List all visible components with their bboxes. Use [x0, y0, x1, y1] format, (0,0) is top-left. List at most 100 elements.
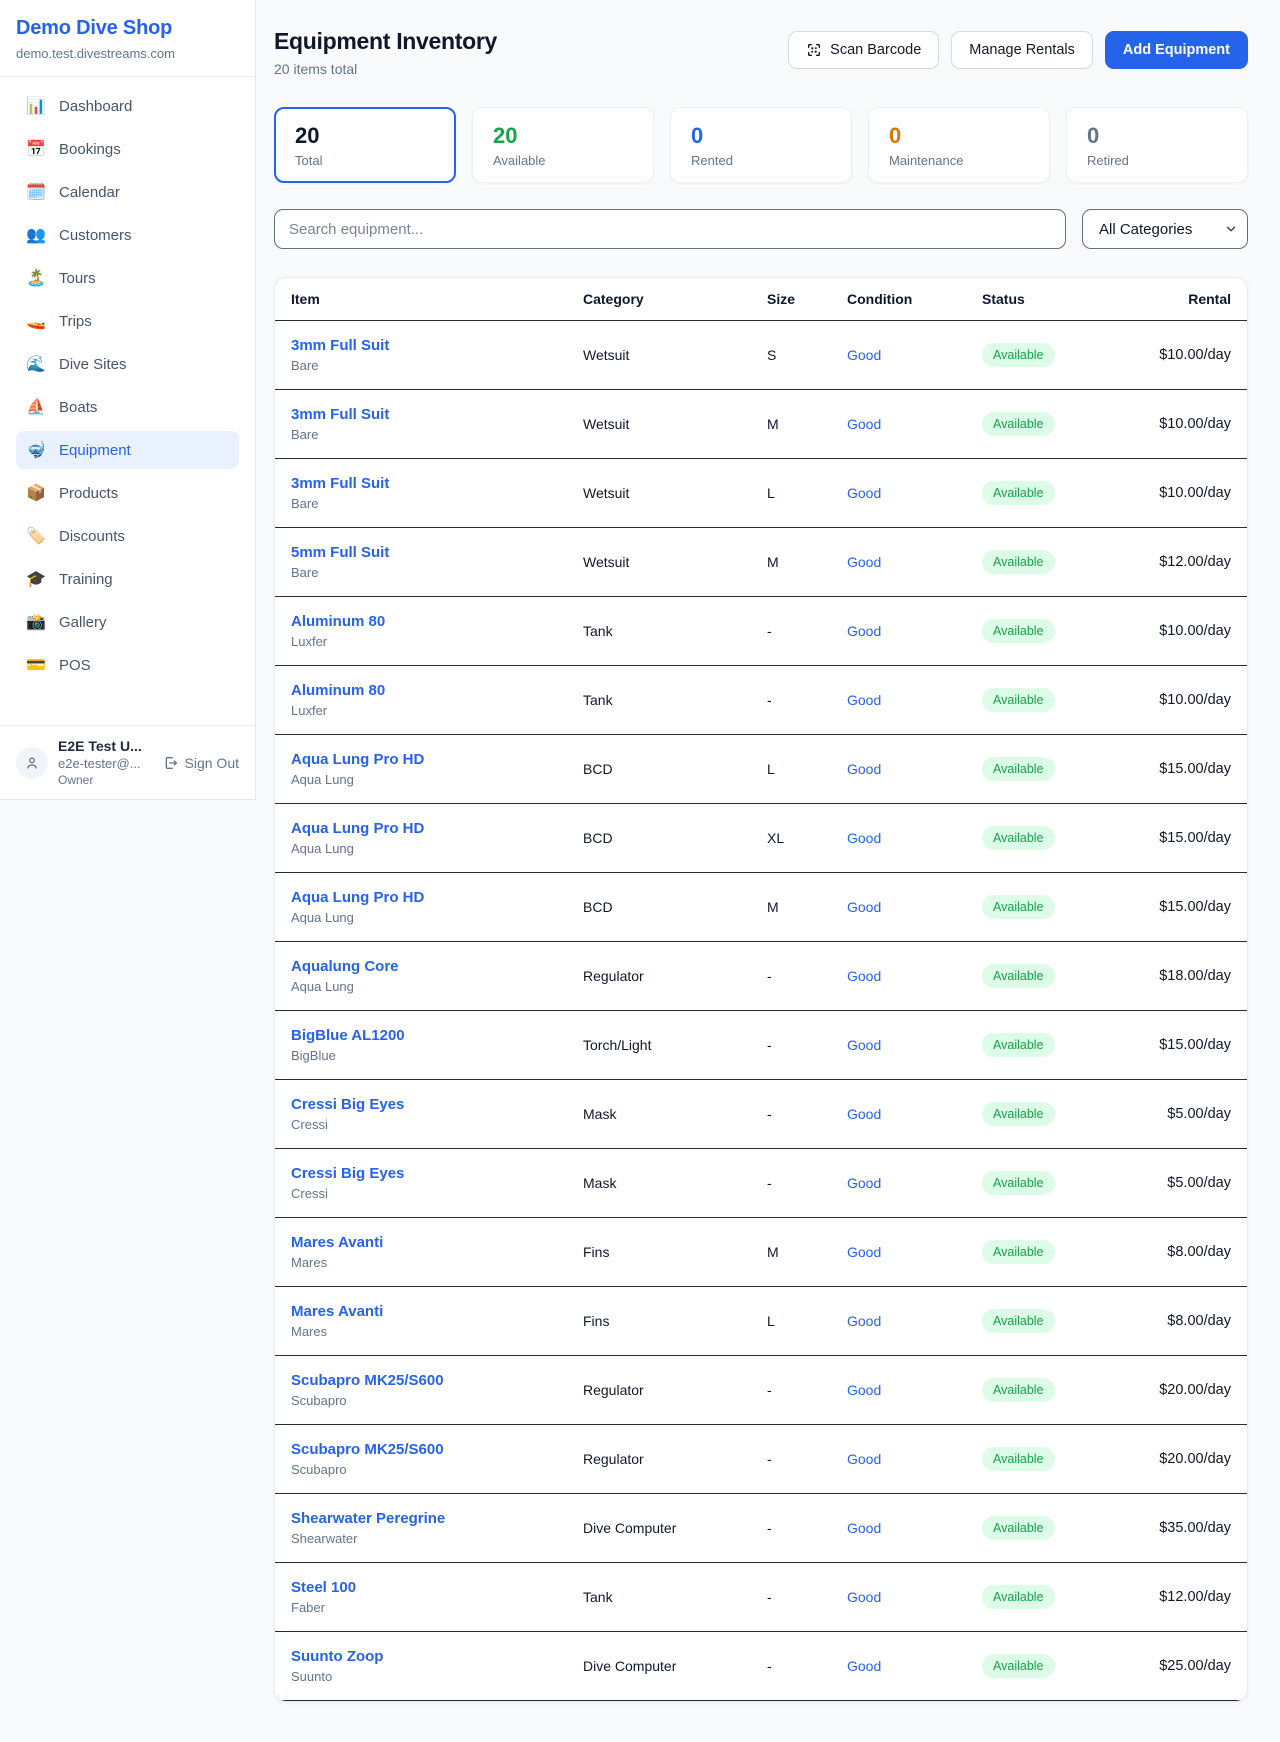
- item-cell: Cressi Big Eyes Cressi: [291, 1096, 583, 1132]
- item-name-link[interactable]: Steel 100: [291, 1579, 583, 1596]
- status-cell: Available: [982, 481, 1132, 505]
- condition-link[interactable]: Good: [847, 416, 982, 432]
- person-icon: [24, 755, 40, 771]
- item-name-link[interactable]: 3mm Full Suit: [291, 337, 583, 354]
- condition-link[interactable]: Good: [847, 1106, 982, 1122]
- rental-price: $18.00/day: [1132, 968, 1231, 984]
- item-name-link[interactable]: Cressi Big Eyes: [291, 1165, 583, 1182]
- condition-link[interactable]: Good: [847, 968, 982, 984]
- manage-rentals-button[interactable]: Manage Rentals: [951, 31, 1093, 69]
- condition-link[interactable]: Good: [847, 347, 982, 363]
- item-name-link[interactable]: 3mm Full Suit: [291, 475, 583, 492]
- rental-price: $15.00/day: [1132, 761, 1231, 777]
- item-name-link[interactable]: Shearwater Peregrine: [291, 1510, 583, 1527]
- item-name-link[interactable]: Aqua Lung Pro HD: [291, 820, 583, 837]
- items-total: 20 items total: [274, 61, 497, 77]
- condition-link[interactable]: Good: [847, 1451, 982, 1467]
- sidebar-item[interactable]: 🎓 Training: [16, 560, 239, 598]
- status-badge: Available: [982, 550, 1055, 574]
- sidebar-item[interactable]: 📸 Gallery: [16, 603, 239, 641]
- sidebar-item[interactable]: 🤿 Equipment: [16, 431, 239, 469]
- search-input[interactable]: [274, 209, 1066, 249]
- stat-card[interactable]: 0 Retired: [1066, 107, 1248, 183]
- item-cell: Aqua Lung Pro HD Aqua Lung: [291, 820, 583, 856]
- condition-link[interactable]: Good: [847, 1313, 982, 1329]
- sidebar-item-label: POS: [59, 657, 91, 674]
- sidebar-item[interactable]: 👥 Customers: [16, 216, 239, 254]
- item-name-link[interactable]: Cressi Big Eyes: [291, 1096, 583, 1113]
- size-cell: -: [767, 968, 847, 984]
- status-badge: Available: [982, 1585, 1055, 1609]
- stat-label: Available: [493, 153, 633, 168]
- brand-name[interactable]: Demo Dive Shop: [16, 17, 239, 40]
- condition-link[interactable]: Good: [847, 623, 982, 639]
- item-name-link[interactable]: Aluminum 80: [291, 613, 583, 630]
- item-name-link[interactable]: Aluminum 80: [291, 682, 583, 699]
- item-name-link[interactable]: Suunto Zoop: [291, 1648, 583, 1665]
- tours-icon: 🏝️: [26, 268, 46, 288]
- table-row: Steel 100 Faber Tank - Good Available $1…: [275, 1563, 1247, 1632]
- sidebar-item[interactable]: 🚤 Trips: [16, 302, 239, 340]
- sidebar-item[interactable]: ⛵ Boats: [16, 388, 239, 426]
- item-name-link[interactable]: Aqua Lung Pro HD: [291, 889, 583, 906]
- item-name-link[interactable]: BigBlue AL1200: [291, 1027, 583, 1044]
- sign-out-button[interactable]: Sign Out: [163, 755, 239, 771]
- item-name-link[interactable]: 3mm Full Suit: [291, 406, 583, 423]
- sidebar-item-label: Bookings: [59, 141, 121, 158]
- condition-link[interactable]: Good: [847, 1244, 982, 1260]
- item-name-link[interactable]: Mares Avanti: [291, 1303, 583, 1320]
- sidebar-item[interactable]: 🌊 Dive Sites: [16, 345, 239, 383]
- condition-link[interactable]: Good: [847, 485, 982, 501]
- sidebar-item[interactable]: 💳 POS: [16, 646, 239, 684]
- item-cell: Aqua Lung Pro HD Aqua Lung: [291, 751, 583, 787]
- status-badge: Available: [982, 1516, 1055, 1540]
- sidebar-item[interactable]: 📅 Bookings: [16, 130, 239, 168]
- stat-value: 20: [493, 123, 633, 149]
- table-row: Aqua Lung Pro HD Aqua Lung BCD M Good Av…: [275, 873, 1247, 942]
- stat-card[interactable]: 0 Maintenance: [868, 107, 1050, 183]
- condition-link[interactable]: Good: [847, 1037, 982, 1053]
- status-cell: Available: [982, 343, 1132, 367]
- category-select-wrap: All Categories: [1082, 209, 1248, 249]
- table-row: BigBlue AL1200 BigBlue Torch/Light - Goo…: [275, 1011, 1247, 1080]
- condition-link[interactable]: Good: [847, 554, 982, 570]
- item-name-link[interactable]: Scubapro MK25/S600: [291, 1372, 583, 1389]
- sidebar-item[interactable]: 🗓️ Calendar: [16, 173, 239, 211]
- stat-card[interactable]: 20 Total: [274, 107, 456, 183]
- sidebar-item[interactable]: 📦 Products: [16, 474, 239, 512]
- sidebar-item[interactable]: 🏝️ Tours: [16, 259, 239, 297]
- item-name-link[interactable]: Mares Avanti: [291, 1234, 583, 1251]
- category-cell: Mask: [583, 1175, 767, 1191]
- user-box: E2E Test U... e2e-tester@... Owner Sign …: [0, 725, 255, 799]
- status-badge: Available: [982, 1171, 1055, 1195]
- rental-price: $12.00/day: [1132, 1589, 1231, 1605]
- category-select[interactable]: All Categories: [1082, 209, 1248, 249]
- condition-link[interactable]: Good: [847, 692, 982, 708]
- add-equipment-button[interactable]: Add Equipment: [1105, 31, 1248, 69]
- sidebar-item[interactable]: 📊 Dashboard: [16, 87, 239, 125]
- item-name-link[interactable]: Aqualung Core: [291, 958, 583, 975]
- item-name-link[interactable]: Aqua Lung Pro HD: [291, 751, 583, 768]
- barcode-scan-icon: [806, 42, 822, 58]
- item-name-link[interactable]: Scubapro MK25/S600: [291, 1441, 583, 1458]
- stat-card[interactable]: 20 Available: [472, 107, 654, 183]
- item-name-link[interactable]: 5mm Full Suit: [291, 544, 583, 561]
- rental-price: $8.00/day: [1132, 1313, 1231, 1329]
- sidebar-item[interactable]: 🏷️ Discounts: [16, 517, 239, 555]
- rental-price: $35.00/day: [1132, 1520, 1231, 1536]
- rental-price: $10.00/day: [1132, 485, 1231, 501]
- condition-link[interactable]: Good: [847, 1520, 982, 1536]
- condition-link[interactable]: Good: [847, 899, 982, 915]
- condition-link[interactable]: Good: [847, 1589, 982, 1605]
- stat-card[interactable]: 0 Rented: [670, 107, 852, 183]
- condition-link[interactable]: Good: [847, 830, 982, 846]
- col-header-status: Status: [982, 291, 1132, 307]
- condition-link[interactable]: Good: [847, 761, 982, 777]
- condition-link[interactable]: Good: [847, 1175, 982, 1191]
- item-cell: Cressi Big Eyes Cressi: [291, 1165, 583, 1201]
- item-brand: Luxfer: [291, 634, 583, 649]
- scan-barcode-button[interactable]: Scan Barcode: [788, 31, 939, 69]
- condition-link[interactable]: Good: [847, 1382, 982, 1398]
- item-brand: Scubapro: [291, 1462, 583, 1477]
- condition-link[interactable]: Good: [847, 1658, 982, 1674]
